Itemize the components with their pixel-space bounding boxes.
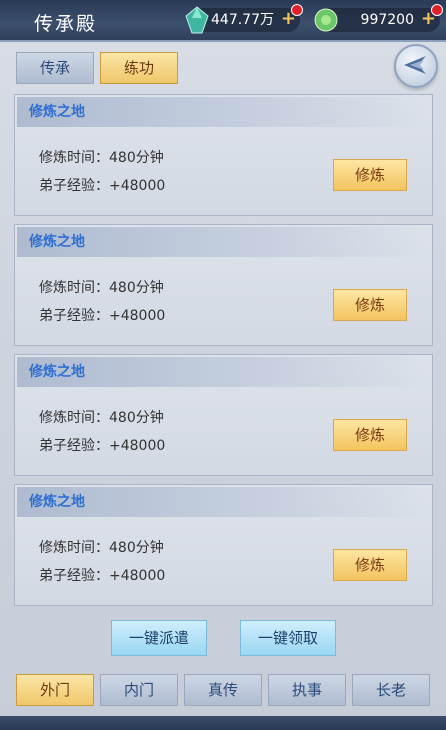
tab-true-disciple[interactable]: 真传 — [184, 674, 262, 706]
training-time: 修炼时间：480分钟 — [39, 540, 164, 556]
disciple-exp: 弟子经验：+48000 — [39, 178, 166, 194]
notification-dot — [291, 4, 303, 16]
training-card: 修炼之地 修炼时间：480分钟 弟子经验：+48000 修炼 — [14, 224, 433, 346]
tab-inheritance[interactable]: 传承 — [16, 52, 94, 84]
training-card: 修炼之地 修炼时间：480分钟 弟子经验：+48000 修炼 — [14, 94, 433, 216]
training-card: 修炼之地 修炼时间：480分钟 弟子经验：+48000 修炼 — [14, 354, 433, 476]
card-title: 修炼之地 — [29, 234, 85, 250]
train-button[interactable]: 修炼 — [333, 549, 407, 581]
card-title: 修炼之地 — [29, 104, 85, 120]
back-arrow-icon — [404, 56, 426, 74]
train-button[interactable]: 修炼 — [333, 419, 407, 451]
train-button[interactable]: 修炼 — [333, 159, 407, 191]
jade-amount: 997200 — [360, 12, 414, 28]
training-card: 修炼之地 修炼时间：480分钟 弟子经验：+48000 修炼 — [14, 484, 433, 606]
training-time: 修炼时间：480分钟 — [39, 280, 164, 296]
disciple-exp: 弟子经验：+48000 — [39, 308, 166, 324]
disciple-exp: 弟子经验：+48000 — [39, 438, 166, 454]
gem-amount: 447.77万 — [211, 12, 274, 28]
dispatch-all-button[interactable]: 一键派遣 — [111, 620, 207, 656]
gem-resource: 447.77万 + — [185, 4, 303, 34]
training-time: 修炼时间：480分钟 — [39, 150, 164, 166]
back-button[interactable] — [394, 44, 438, 88]
tab-outer-disciple[interactable]: 外门 — [16, 674, 94, 706]
train-button[interactable]: 修炼 — [333, 289, 407, 321]
collect-all-button[interactable]: 一键领取 — [240, 620, 336, 656]
tab-inner-disciple[interactable]: 内门 — [100, 674, 178, 706]
disciple-exp: 弟子经验：+48000 — [39, 568, 166, 584]
tab-steward[interactable]: 执事 — [268, 674, 346, 706]
jade-resource: 997200 + — [314, 4, 443, 32]
page-title: 传承殿 — [34, 13, 98, 35]
card-title: 修炼之地 — [29, 364, 85, 380]
notification-dot — [431, 4, 443, 16]
footer-bar — [0, 716, 446, 730]
tab-training[interactable]: 练功 — [100, 52, 178, 84]
gem-icon — [185, 6, 209, 34]
jade-icon — [314, 8, 338, 32]
tab-elder[interactable]: 长老 — [352, 674, 430, 706]
card-title: 修炼之地 — [29, 494, 85, 510]
top-bar: 传承殿 447.77万 + 997200 + — [0, 0, 446, 42]
training-time: 修炼时间：480分钟 — [39, 410, 164, 426]
